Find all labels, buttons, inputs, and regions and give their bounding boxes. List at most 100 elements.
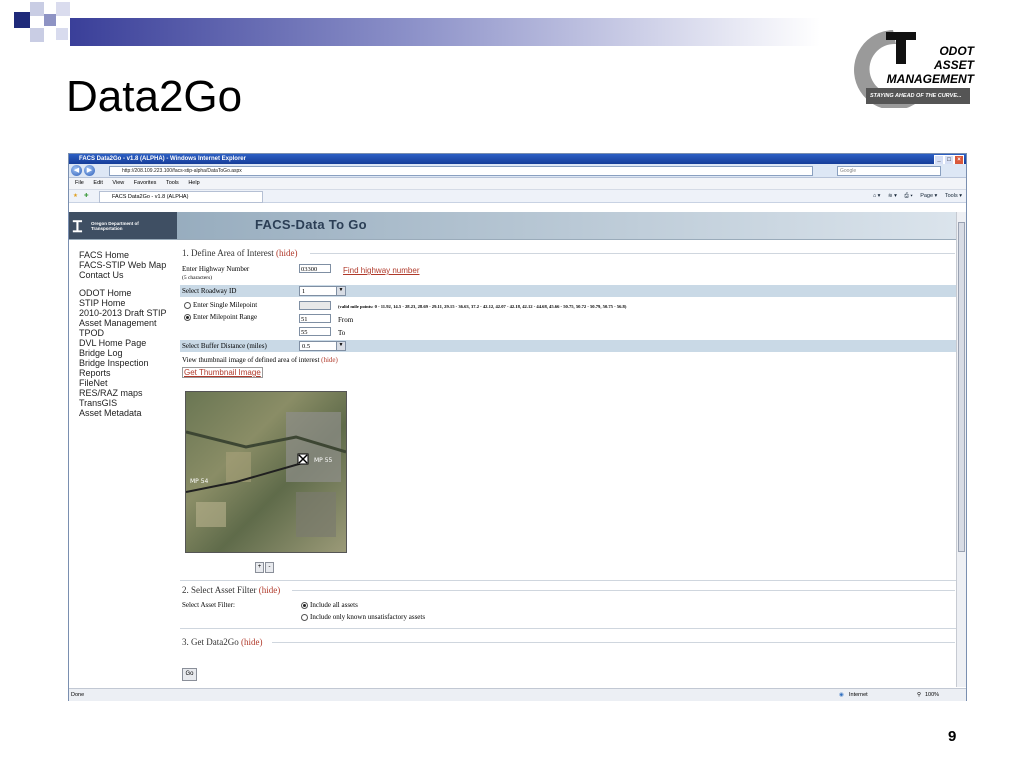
tab-bar: ★ ✚ FACS Data2Go - v1.8 (ALPHA) ⌂ ▾ ≋ ▾ … bbox=[69, 190, 966, 203]
odot-page-logo: Ɪ Oregon Department of Transportation bbox=[69, 212, 177, 239]
logo-line3: MANAGEMENT bbox=[886, 72, 974, 86]
odot-t-icon: Ɪ bbox=[73, 219, 82, 236]
menu-view[interactable]: View bbox=[112, 180, 124, 186]
chevron-down-icon: ▼ bbox=[336, 342, 345, 350]
aerial-map: MP 54 MP 55 bbox=[186, 412, 346, 537]
sidebar-item[interactable]: TPOD bbox=[79, 328, 167, 338]
tools-menu[interactable]: Tools ▾ bbox=[945, 193, 962, 199]
back-icon[interactable]: ◀ bbox=[71, 165, 82, 176]
menu-tools[interactable]: Tools bbox=[166, 180, 179, 186]
print-icon[interactable]: ⎙ ▾ bbox=[904, 193, 912, 199]
buffer-row bbox=[180, 340, 956, 352]
forward-icon[interactable]: ▶ bbox=[84, 165, 95, 176]
menu-edit[interactable]: Edit bbox=[93, 180, 102, 186]
sidebar-item[interactable]: STIP Home bbox=[79, 298, 167, 308]
sidebar-item[interactable]: FACS-STIP Web Map bbox=[79, 260, 167, 270]
highway-number-input[interactable]: 03300 bbox=[299, 264, 331, 273]
single-milepoint-option[interactable]: Enter Single Milepoint bbox=[184, 301, 257, 309]
go-button[interactable]: Go bbox=[182, 668, 197, 681]
page-logo-text: Oregon Department of Transportation bbox=[91, 221, 139, 231]
thumbnail-hide-link[interactable]: (hide) bbox=[321, 356, 338, 364]
sidebar-item[interactable]: ODOT Home bbox=[79, 288, 167, 298]
home-icon[interactable]: ⌂ ▾ bbox=[873, 193, 881, 199]
vertical-scrollbar[interactable] bbox=[956, 212, 966, 687]
roadway-label: Select Roadway ID bbox=[182, 287, 237, 295]
get-thumbnail-link[interactable]: Get Thumbnail Image bbox=[182, 367, 263, 378]
slide-number: 9 bbox=[948, 728, 957, 745]
chevron-down-icon: ▼ bbox=[336, 287, 345, 295]
single-milepoint-input[interactable] bbox=[299, 301, 331, 310]
milepoint-range-option[interactable]: Enter Milepoint Range bbox=[184, 313, 257, 321]
radio-button[interactable] bbox=[301, 601, 308, 609]
slide-title: Data2Go bbox=[66, 72, 243, 121]
sidebar-item[interactable]: Asset Metadata bbox=[79, 408, 167, 418]
feeds-icon[interactable]: ≋ ▾ bbox=[888, 193, 897, 199]
status-text: Done bbox=[71, 692, 85, 698]
browser-window: FACS Data2Go - v1.8 (ALPHA) - Windows In… bbox=[68, 153, 967, 701]
zoom-level[interactable]: 100% bbox=[925, 689, 939, 701]
section1-title: 1. Define Area of Interest (hide) bbox=[182, 248, 298, 258]
sidebar-item[interactable]: TransGIS bbox=[79, 398, 167, 408]
scrollbar-thumb[interactable] bbox=[958, 222, 965, 552]
deco-square bbox=[44, 14, 56, 26]
menu-favorites[interactable]: Favorites bbox=[134, 180, 157, 186]
url-input[interactable]: http://208.109.223.100/facs-stip-alpha/D… bbox=[109, 166, 813, 176]
sidebar-item[interactable]: FACS Home bbox=[79, 250, 167, 260]
deco-square bbox=[56, 2, 70, 16]
buffer-select[interactable]: 0.5 ▼ bbox=[299, 341, 346, 351]
menu-bar: File Edit View Favorites Tools Help bbox=[69, 178, 966, 190]
command-bar: ⌂ ▾ ≋ ▾ ⎙ ▾ Page ▾ Tools ▾ bbox=[873, 190, 962, 202]
favorites-star-icon[interactable]: ★ bbox=[73, 190, 78, 202]
roadway-select[interactable]: 1 ▼ bbox=[299, 286, 346, 296]
zoom-in-button[interactable]: + bbox=[255, 562, 264, 573]
sidebar-item[interactable]: Bridge Inspection bbox=[79, 358, 167, 368]
odot-asset-management-logo: ODOT ASSET MANAGEMENT STAYING AHEAD OF T… bbox=[838, 22, 978, 110]
sidebar-item[interactable]: Bridge Log bbox=[79, 348, 167, 358]
map-label-mp55: MP 55 bbox=[314, 457, 333, 464]
from-label: From bbox=[338, 316, 354, 324]
window-titlebar: FACS Data2Go - v1.8 (ALPHA) - Windows In… bbox=[69, 154, 966, 165]
include-all-option[interactable]: Include all assets bbox=[301, 601, 358, 609]
logo-line2: ASSET bbox=[933, 58, 974, 72]
deco-square bbox=[30, 28, 44, 42]
sidebar-item[interactable]: DVL Home Page bbox=[79, 338, 167, 348]
to-milepoint-input[interactable]: 55 bbox=[299, 327, 331, 336]
valid-milepoints-text: (valid mile points: 0 - 11.92, 14.5 - 28… bbox=[338, 304, 627, 309]
section-divider bbox=[180, 628, 956, 629]
add-favorite-icon[interactable]: ✚ bbox=[84, 190, 89, 202]
tab-label: FACS Data2Go - v1.8 (ALPHA) bbox=[112, 194, 189, 200]
page-menu[interactable]: Page ▾ bbox=[920, 193, 937, 199]
deco-square bbox=[14, 12, 30, 28]
sidebar-item[interactable]: FileNet bbox=[79, 378, 167, 388]
radio-button[interactable] bbox=[184, 313, 191, 321]
radio-button[interactable] bbox=[301, 613, 308, 621]
section3-hide-link[interactable]: (hide) bbox=[241, 637, 263, 647]
browser-tab[interactable]: FACS Data2Go - v1.8 (ALPHA) bbox=[99, 191, 263, 203]
radio-button[interactable] bbox=[184, 301, 191, 309]
from-milepoint-input[interactable]: 51 bbox=[299, 314, 331, 323]
section1-hide-link[interactable]: (hide) bbox=[276, 248, 298, 258]
page-header: Ɪ Oregon Department of Transportation FA… bbox=[69, 212, 956, 240]
include-unsatisfactory-option[interactable]: Include only known unsatisfactory assets bbox=[301, 613, 425, 621]
section-divider bbox=[292, 590, 955, 591]
menu-file[interactable]: File bbox=[75, 180, 84, 186]
find-highway-link[interactable]: Find highway number bbox=[343, 266, 419, 275]
map-label-mp54: MP 54 bbox=[190, 478, 209, 485]
search-input[interactable]: Google bbox=[837, 166, 941, 176]
sidebar-item[interactable]: Asset Management bbox=[79, 318, 167, 328]
sidebar-item[interactable]: Contact Us bbox=[79, 270, 167, 280]
to-label: To bbox=[338, 329, 346, 337]
roadway-row bbox=[180, 285, 956, 297]
logo-line1: ODOT bbox=[939, 44, 974, 58]
sidebar-item[interactable]: RES/RAZ maps bbox=[79, 388, 167, 398]
page-title: FACS-Data To Go bbox=[255, 217, 367, 232]
zoom-icon[interactable]: ⚲ bbox=[917, 689, 921, 701]
status-bar: Done ◉ Internet ⚲ 100% bbox=[69, 688, 966, 701]
menu-help[interactable]: Help bbox=[188, 180, 199, 186]
section2-title: 2. Select Asset Filter (hide) bbox=[182, 585, 281, 595]
section2-hide-link[interactable]: (hide) bbox=[259, 585, 281, 595]
sidebar-item[interactable]: Reports bbox=[79, 368, 167, 378]
sidebar-item[interactable]: 2010-2013 Draft STIP bbox=[79, 308, 167, 318]
zoom-out-button[interactable]: - bbox=[265, 562, 274, 573]
section-divider bbox=[310, 253, 955, 254]
